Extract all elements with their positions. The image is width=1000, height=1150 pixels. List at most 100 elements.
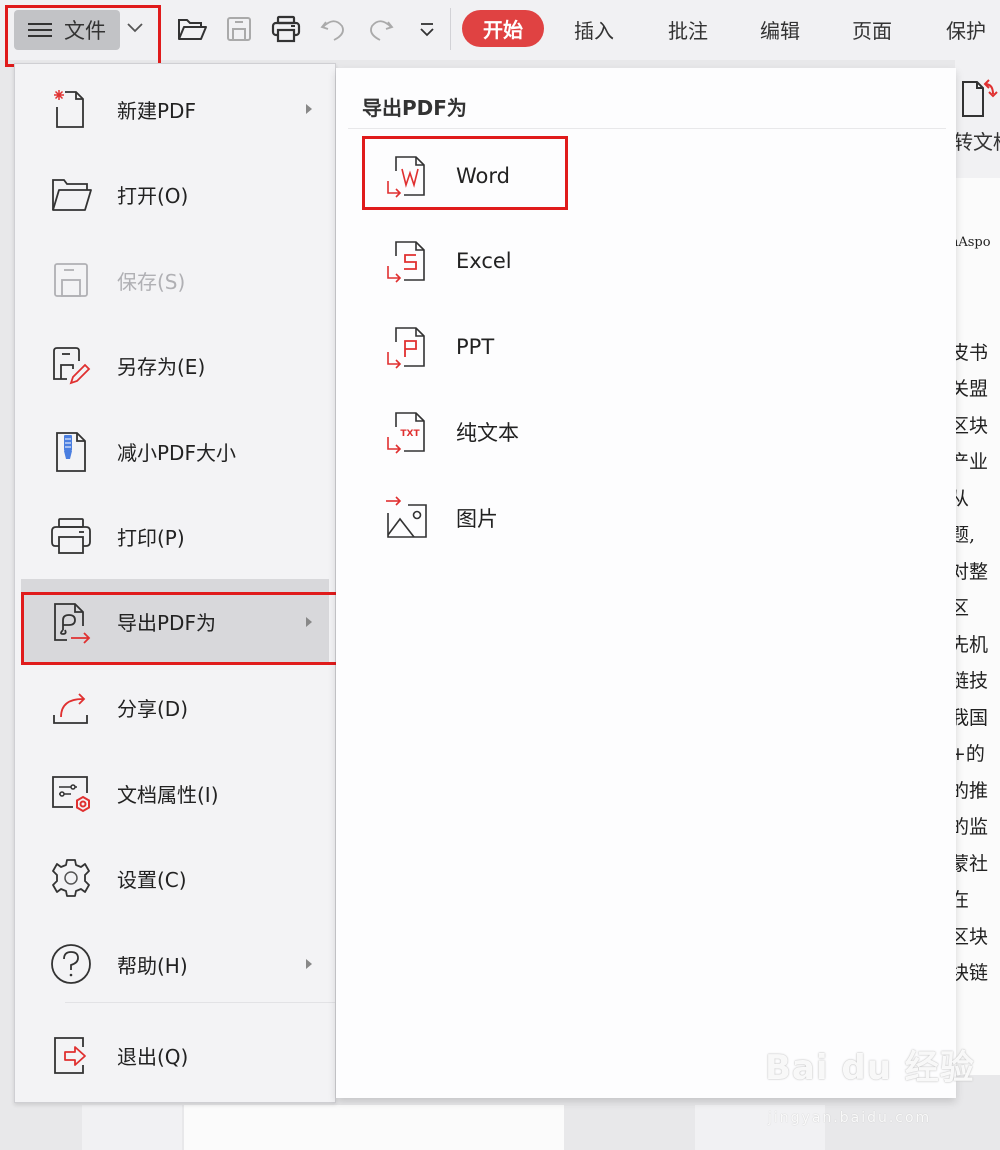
exit-icon [54,1037,86,1074]
tab-insert[interactable]: 插入 [574,15,614,44]
menu-item-share[interactable]: 分享(D) [15,672,335,742]
menu-item-label: 文档属性(I) [117,782,219,807]
document-text-line: 关盟 [950,378,989,400]
menu-item-label: 保存(S) [117,269,186,294]
document-text-line: 块链 [950,962,989,984]
menu-item-label: 退出(Q) [117,1044,189,1069]
document-text-line: +的 [950,743,985,765]
highlight-annotation-export [21,592,348,665]
menu-item-open[interactable]: 打开(O) [15,159,335,229]
highlight-annotation-word [362,136,568,210]
export-item-plain-text[interactable]: TXT 纯文本 [366,397,606,467]
save-icon[interactable] [224,14,256,44]
document-text-line: 产业 [950,451,989,473]
export-pdf-submenu: 导出PDF为 Word Excel PPT TXT 纯文本 图片 [336,68,956,1098]
menu-item-label: 帮助(H) [117,953,188,978]
menu-divider [65,1002,335,1003]
menu-item-label: 设置(C) [117,867,187,892]
submenu-title: 导出PDF为 [362,96,467,120]
export-txt-icon: TXT [387,412,425,454]
submenu-arrow-icon [306,104,312,114]
toolbar-separator [450,8,451,50]
save-icon [54,263,88,297]
export-item-label: PPT [456,335,495,359]
document-text-line: 蒙社 [950,852,989,875]
document-text-line: 链技 [950,670,989,692]
export-item-label: 纯文本 [456,421,519,445]
document-text-fragment: nAspo 皮书 关盟 区块 产业从题, 对整区先机 链技 我国 +的 的推 的监 蒙社在区块 块链 [950,225,1000,992]
submenu-divider [348,128,946,129]
tab-edit[interactable]: 编辑 [760,15,800,44]
document-text-line: 对整 [950,560,989,583]
workspace-strip [82,1105,182,1150]
document-text-line: 题, [950,524,976,546]
document-text-line [950,262,1000,299]
export-image-icon [386,496,427,538]
document-text-line: 我国 [950,706,989,729]
tab-start[interactable]: 开始 [462,10,544,47]
document-text-line: nAspo [950,235,991,250]
menu-item-label: 打开(O) [117,183,189,208]
tab-protect[interactable]: 保护 [946,15,986,44]
menu-item-save-as[interactable]: 另存为(E) [15,330,335,400]
document-text-line: 区 [950,597,970,619]
menu-item-compress-pdf[interactable]: 减小PDF大小 [15,416,335,486]
document-text-line [950,298,1000,335]
menu-item-document-properties[interactable]: 文档属性(I) [15,758,335,828]
print-icon[interactable] [270,14,302,44]
watermark-url: jingyan.baidu.com [768,1110,932,1126]
customize-dropdown-icon[interactable] [412,14,444,44]
menu-item-help[interactable]: 帮助(H) [15,929,335,999]
menu-item-label: 减小PDF大小 [117,440,236,465]
ribbon-convert-document-button[interactable]: 转文档 [953,60,1000,178]
document-properties-icon [52,776,90,813]
document-text-line: 区块 [950,414,989,437]
pdf-app-window: nAspo 皮书 关盟 区块 产业从题, 对整区先机 链技 我国 +的 的推 的监 蒙社在区块 块链 … [0,0,1000,1150]
tab-annotate[interactable]: 批注 [668,15,708,44]
menu-item-label: 打印(P) [117,525,185,550]
redo-icon[interactable] [364,14,396,44]
compress-pdf-icon [56,432,86,472]
menu-item-exit[interactable]: 退出(Q) [15,1020,335,1090]
menu-item-save[interactable]: 保存(S) [15,245,335,315]
export-ppt-icon [387,327,425,369]
tab-page[interactable]: 页面 [852,15,892,44]
undo-icon[interactable] [318,14,350,44]
svg-text:TXT: TXT [400,429,420,439]
workspace-strip [184,1105,564,1150]
folder-open-icon[interactable] [176,14,208,44]
top-toolbar: 文件 开始 插入 批注 编辑 页面 保护 [0,0,1000,67]
export-item-excel[interactable]: Excel [366,226,606,296]
settings-gear-icon [52,859,90,897]
highlight-annotation-file [5,5,161,67]
export-excel-icon [387,241,425,283]
print-icon [51,518,91,554]
menu-item-new-pdf[interactable]: 新建PDF [15,74,335,144]
menu-item-label: 另存为(E) [117,354,206,379]
watermark-logo: Bai du 经验 [765,1048,975,1088]
export-item-label: 图片 [456,507,498,531]
export-item-image[interactable]: 图片 [366,483,606,553]
menu-item-label: 分享(D) [117,696,189,721]
document-text-line: 的监 [950,816,989,838]
menu-item-settings[interactable]: 设置(C) [15,843,335,913]
ribbon-convert-label: 转文档 [953,130,1000,154]
save-as-icon [53,347,91,385]
export-item-label: Excel [456,249,512,273]
help-icon [51,944,91,984]
menu-item-label: 新建PDF [117,98,196,123]
file-menu-dropdown: 新建PDF 打开(O) 保存(S) 另存为(E) 减小PDF大小 打印(P) 导… [14,63,336,1103]
folder-open-icon [52,179,92,211]
menu-item-print[interactable]: 打印(P) [15,501,335,571]
document-text-line: 在 [950,889,970,911]
document-text-line: 的推 [950,779,989,802]
document-text-line: 皮书 [950,341,989,364]
export-item-ppt[interactable]: PPT [366,312,606,382]
document-text-line: 从 [950,487,970,510]
share-icon [53,693,88,724]
convert-document-icon [962,79,998,117]
new-pdf-icon [54,90,84,128]
document-text-line: 区块 [950,925,989,948]
document-text-line: 先机 [950,633,989,656]
submenu-arrow-icon [306,959,312,969]
